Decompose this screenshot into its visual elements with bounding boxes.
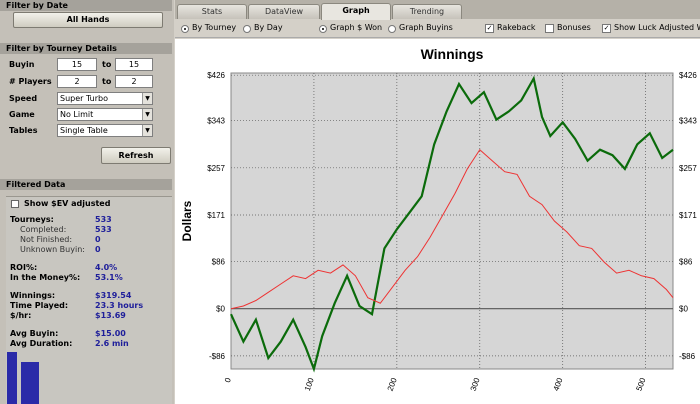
tourneys-value: 533 <box>95 215 112 224</box>
speed-select[interactable]: Super Turbo ▼ <box>57 92 153 105</box>
roi-label: ROI%: <box>10 263 38 272</box>
game-value: No Limit <box>60 110 94 119</box>
y-tick-label-left: $343 <box>207 117 225 126</box>
all-hands-button[interactable]: All Hands <box>13 12 163 28</box>
tourney-details-title: Filter by Tourney Details <box>0 43 172 54</box>
mini-bar <box>7 352 17 404</box>
winnings-chart: Winnings Dollars -$86 -$86 $0 $0 $86 $86 $171 $… <box>175 39 700 404</box>
luck-adjusted-checkbox[interactable]: ✓ <box>602 24 611 33</box>
tab-dataview[interactable]: DataView <box>248 4 320 19</box>
luck-adjusted-label: Show Luck Adjusted Wi <box>614 23 700 32</box>
rakeback-checkbox[interactable]: ✓ <box>485 24 494 33</box>
y-tick-label-right: $0 <box>679 305 688 314</box>
chevron-down-icon[interactable]: ▼ <box>142 125 152 136</box>
by-tourney-label: By Tourney <box>192 23 237 32</box>
tables-value: Single Table <box>60 126 108 135</box>
mini-bar <box>21 362 39 404</box>
show-ev-checkbox[interactable] <box>11 200 19 208</box>
refresh-button[interactable]: Refresh <box>101 147 171 164</box>
chevron-down-icon[interactable]: ▼ <box>142 93 152 104</box>
itm-label: In the Money%: <box>10 273 81 282</box>
winnings-label: Winnings: <box>10 291 56 300</box>
players-from-input[interactable]: 2 <box>57 75 97 88</box>
avg-buyin-value: $15.00 <box>95 329 126 338</box>
avg-buyin-label: Avg Buyin: <box>10 329 59 338</box>
y-tick-label-left: $426 <box>207 71 225 80</box>
tab-graph[interactable]: Graph <box>321 3 391 20</box>
y-tick-label-right: $86 <box>679 258 693 267</box>
buyin-from-input[interactable]: 15 <box>57 58 97 71</box>
tab-bar: Stats DataView Graph Trending <box>175 0 700 20</box>
tables-select[interactable]: Single Table ▼ <box>57 124 153 137</box>
main-panel: Stats DataView Graph Trending By Tourney… <box>175 0 700 404</box>
players-to-input[interactable]: 2 <box>115 75 153 88</box>
x-tick-label: 400 <box>552 376 565 392</box>
speed-value: Super Turbo <box>60 94 108 103</box>
completed-value: 533 <box>95 225 112 234</box>
plot-area <box>230 72 674 370</box>
by-day-label: By Day <box>254 23 283 32</box>
y-tick-label-right: $343 <box>679 117 697 126</box>
speed-label: Speed <box>9 94 38 103</box>
y-tick-label-right: $171 <box>679 211 697 220</box>
y-axis-label: Dollars <box>180 200 194 241</box>
y-tick-label-right: -$86 <box>679 352 696 361</box>
y-tick-label-left: $86 <box>212 258 226 267</box>
filtered-data-title: Filtered Data <box>0 179 172 190</box>
buyin-label: Buyin <box>9 60 35 69</box>
not-finished-value: 0 <box>95 235 101 244</box>
bonuses-checkbox[interactable] <box>545 24 554 33</box>
show-ev-label: Show $EV adjusted <box>24 199 111 208</box>
graph-won-radio[interactable] <box>319 25 327 33</box>
y-tick-label-left: -$86 <box>209 352 226 361</box>
unknown-buyin-value: 0 <box>95 245 101 254</box>
filter-date-title: Filter by Date <box>0 0 172 11</box>
x-tick-label: 0 <box>223 376 233 384</box>
game-label: Game <box>9 110 35 119</box>
by-day-radio[interactable] <box>243 25 251 33</box>
roi-value: 4.0% <box>95 263 118 272</box>
completed-label: Completed: <box>20 225 67 234</box>
winnings-value: $319.54 <box>95 291 132 300</box>
chart-svg: Winnings Dollars -$86 -$86 $0 $0 $86 $86 $171 $… <box>180 46 697 392</box>
by-tourney-radio[interactable] <box>181 25 189 33</box>
buyin-to-input[interactable]: 15 <box>115 58 153 71</box>
time-played-value: 23.3 hours <box>95 301 144 310</box>
itm-value: 53.1% <box>95 273 123 282</box>
avg-duration-value: 2.6 min <box>95 339 129 348</box>
y-tick-label-left: $0 <box>216 305 225 314</box>
per-hour-label: $/hr: <box>10 311 32 320</box>
tab-trending[interactable]: Trending <box>392 4 462 19</box>
tab-stats[interactable]: Stats <box>177 4 247 19</box>
buyin-to-label: to <box>102 60 112 69</box>
x-tick-label: 100 <box>303 376 316 392</box>
time-played-label: Time Played: <box>10 301 69 310</box>
avg-duration-label: Avg Duration: <box>10 339 73 348</box>
graph-won-label: Graph $ Won <box>330 23 383 32</box>
y-tick-label-left: $257 <box>207 164 225 173</box>
per-hour-value: $13.69 <box>95 311 126 320</box>
filter-panel: Filter by Date All Hands Filter by Tourn… <box>0 0 174 404</box>
chevron-down-icon[interactable]: ▼ <box>142 109 152 120</box>
game-select[interactable]: No Limit ▼ <box>57 108 153 121</box>
tables-label: Tables <box>9 126 38 135</box>
players-label: # Players <box>9 77 52 86</box>
chart-title: Winnings <box>421 46 484 62</box>
unknown-buyin-label: Unknown Buyin: <box>20 245 85 254</box>
rakeback-label: Rakeback <box>497 23 536 32</box>
y-tick-label-right: $426 <box>679 71 697 80</box>
not-finished-label: Not Finished: <box>20 235 73 244</box>
y-tick-label-right: $257 <box>679 164 697 173</box>
x-tick-label: 300 <box>469 376 482 392</box>
x-tick-label: 200 <box>386 376 399 392</box>
y-tick-label-left: $171 <box>207 211 225 220</box>
graph-buyins-label: Graph Buyins <box>399 23 453 32</box>
tourneys-label: Tourneys: <box>10 215 54 224</box>
graph-options: By Tourney By Day Graph $ Won Graph Buyi… <box>175 20 700 38</box>
graph-buyins-radio[interactable] <box>388 25 396 33</box>
players-to-label: to <box>102 77 112 86</box>
x-tick-label: 500 <box>634 376 647 392</box>
bonuses-label: Bonuses <box>557 23 591 32</box>
